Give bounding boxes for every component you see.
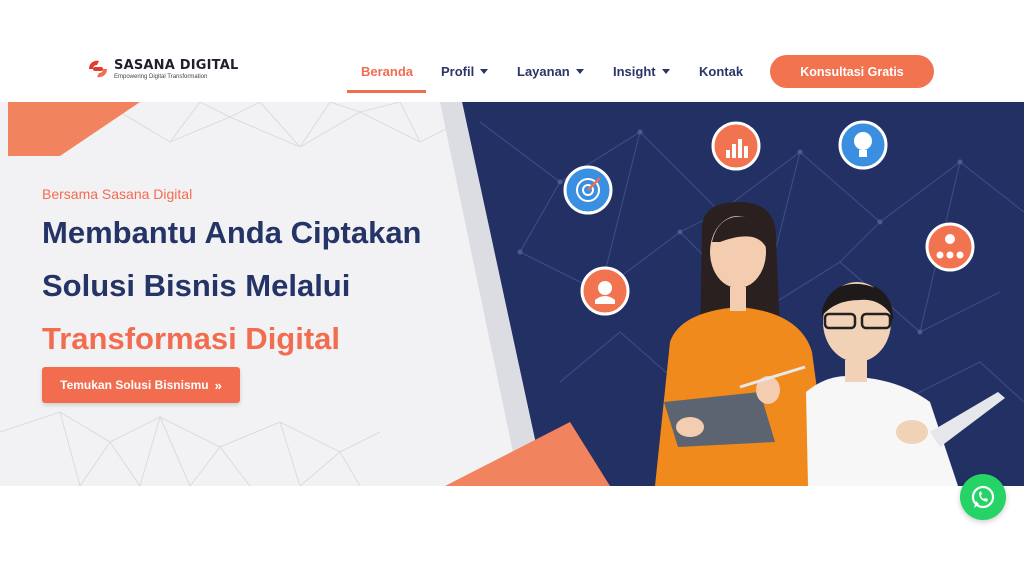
caret-down-icon <box>480 69 489 74</box>
target-icon <box>563 165 613 215</box>
nav-item-beranda[interactable]: Beranda <box>361 64 413 79</box>
nav-item-kontak[interactable]: Kontak <box>699 64 743 79</box>
headline-accent: Transformasi Digital <box>42 321 341 356</box>
hero-headline: Membantu Anda Ciptakan Solusi Bisnis Mel… <box>42 206 422 365</box>
consultation-button[interactable]: Konsultasi Gratis <box>770 55 934 88</box>
nav-active-underline <box>347 90 426 93</box>
logo-tagline: Empowering Digital Transformation <box>114 73 208 80</box>
hero-section: Bersama Sasana Digital Membantu Anda Cip… <box>0 102 1024 486</box>
top-band <box>0 0 1024 40</box>
caret-down-icon <box>661 69 670 74</box>
orange-triangle-top <box>8 102 140 156</box>
logo-name: SASANA DIGITAL <box>114 57 239 73</box>
nav-label: Profil <box>441 64 475 79</box>
nav-item-profil[interactable]: Profil <box>441 64 489 79</box>
caret-down-icon <box>575 69 584 74</box>
nav-label: Insight <box>613 64 656 79</box>
headline-line-1: Membantu Anda Ciptakan <box>42 215 422 250</box>
brand-logo[interactable]: SASANA DIGITAL Empowering Digital Transf… <box>86 58 238 80</box>
nav-item-layanan[interactable]: Layanan <box>517 64 584 79</box>
hero-eyebrow: Bersama Sasana Digital <box>42 186 193 202</box>
nav-label: Beranda <box>361 64 414 79</box>
whatsapp-button[interactable] <box>960 474 1006 520</box>
network-share-icon <box>925 222 975 272</box>
find-solution-label: Temukan Solusi Bisnismu <box>60 378 209 392</box>
support-headset-icon <box>580 266 630 316</box>
lightbulb-icon <box>838 120 888 170</box>
nav-label: Kontak <box>699 64 744 79</box>
nav-label: Layanan <box>517 64 570 79</box>
double-chevron-right-icon: » <box>214 377 222 393</box>
chart-icon <box>711 121 761 171</box>
find-solution-button[interactable]: Temukan Solusi Bisnismu » <box>42 367 240 403</box>
headline-line-2: Solusi Bisnis Melalui <box>42 268 351 303</box>
site-header: SASANA DIGITAL Empowering Digital Transf… <box>0 40 1024 102</box>
nav-item-insight[interactable]: Insight <box>613 64 670 79</box>
whatsapp-icon <box>971 485 995 509</box>
logo-mark-icon <box>89 60 107 78</box>
page-bottom <box>0 486 1024 576</box>
